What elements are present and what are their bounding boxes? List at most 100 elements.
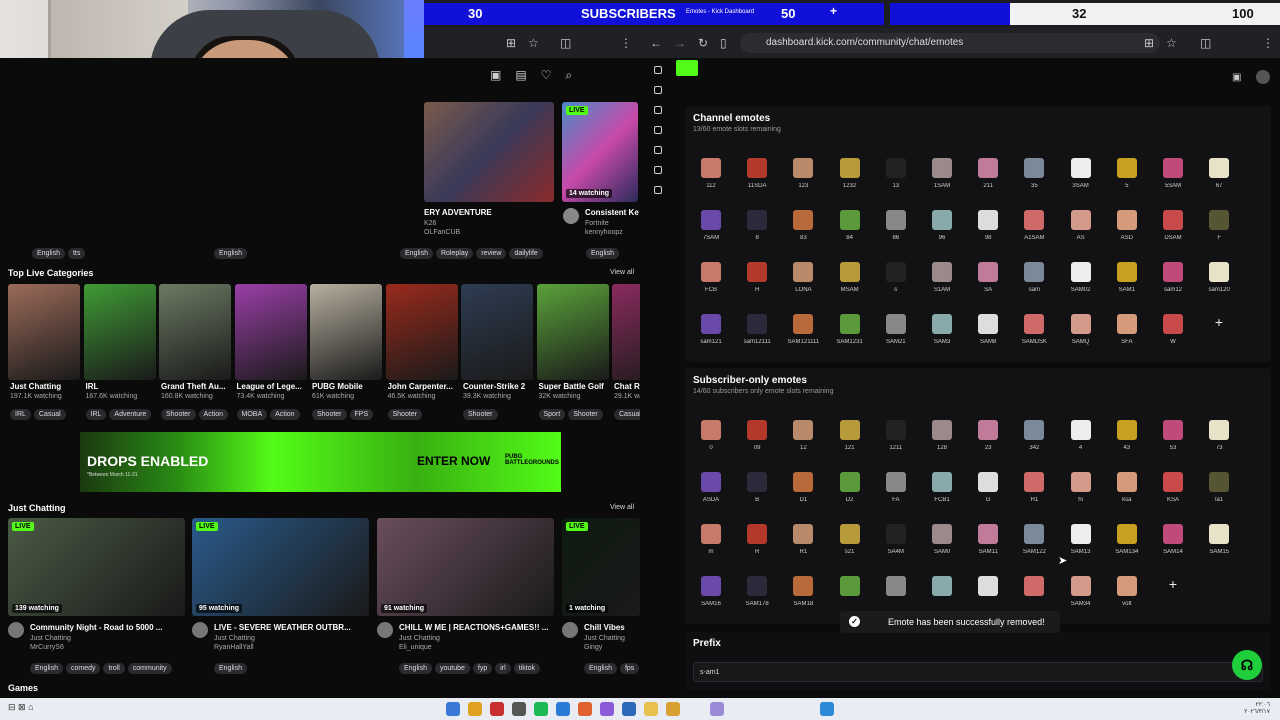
category-card[interactable]	[83, 284, 156, 380]
folder-icon[interactable]	[666, 702, 680, 716]
emote-image[interactable]	[978, 576, 999, 596]
sidebar-icon[interactable]: ▯	[720, 36, 727, 50]
emote-image[interactable]	[932, 576, 952, 596]
emote-image[interactable]	[1163, 314, 1183, 334]
tag[interactable]: English	[584, 663, 617, 674]
tab-title[interactable]: Emotes - Kick Dashboard	[686, 9, 754, 15]
menu-icon[interactable]: ⋮	[620, 36, 632, 50]
stream-title[interactable]: Chill Vibes	[584, 623, 640, 632]
header-icons[interactable]: ▣▤♡⌕	[490, 68, 586, 83]
help-chat-button[interactable]: ☊	[1232, 650, 1262, 680]
app-icon[interactable]	[820, 702, 834, 716]
stream-title[interactable]: LIVE - SEVERE WEATHER OUTBR...	[214, 623, 369, 632]
app-icon[interactable]	[600, 702, 614, 716]
emote-image[interactable]	[793, 524, 814, 544]
emote-image[interactable]	[701, 576, 721, 596]
category-name[interactable]: PUBG Mobile	[312, 382, 386, 391]
stream-title[interactable]: CHILL W ME | REACTIONS+GAMES!! ...	[399, 623, 554, 632]
emote-image[interactable]	[701, 472, 721, 492]
emote-image[interactable]	[932, 210, 952, 230]
app-icon[interactable]	[556, 702, 570, 716]
chrome-icon[interactable]	[468, 702, 482, 716]
tag[interactable]: English	[399, 663, 432, 674]
emote-image[interactable]	[885, 262, 906, 282]
tag[interactable]: Shooter	[387, 409, 423, 420]
stream-thumbnail[interactable]	[377, 518, 554, 616]
emote-image[interactable]	[1070, 158, 1091, 178]
banner-cta[interactable]: ENTER NOW	[417, 454, 490, 468]
tag[interactable]: fyp	[472, 663, 493, 674]
emote-image[interactable]	[978, 472, 999, 492]
emote-image[interactable]	[885, 524, 906, 544]
tag[interactable]: FPS	[349, 409, 374, 420]
add-subscriber-emote-button[interactable]: +	[1163, 576, 1183, 592]
stream-category[interactable]: Just Chatting	[399, 635, 440, 642]
category-card[interactable]	[310, 284, 382, 380]
emote-image[interactable]	[793, 262, 814, 282]
tag[interactable]: comedy	[65, 663, 101, 674]
tag[interactable]: English	[214, 248, 247, 259]
stream-category[interactable]: Just Chatting	[584, 635, 625, 642]
tag[interactable]: English	[30, 663, 63, 674]
emote-image[interactable]	[1070, 472, 1091, 492]
emote-image[interactable]	[1070, 576, 1091, 596]
tools-icon[interactable]	[654, 146, 662, 154]
featured-thumb-1[interactable]	[424, 102, 554, 202]
emote-image[interactable]	[839, 472, 860, 492]
emote-image[interactable]	[1024, 262, 1045, 282]
category-name[interactable]: Grand Theft Au...	[161, 382, 235, 391]
bookmark-star-icon[interactable]: ☆	[1166, 36, 1177, 50]
add-channel-emote-button[interactable]: +	[1209, 314, 1229, 330]
emote-image[interactable]	[1163, 158, 1183, 178]
tag[interactable]: youtube	[434, 663, 470, 674]
extensions-icon[interactable]: ◫	[1200, 36, 1211, 50]
folder-icon[interactable]	[644, 702, 658, 716]
link-icon[interactable]	[654, 66, 662, 74]
emote-image[interactable]	[839, 262, 860, 282]
tag[interactable]: fps	[619, 663, 640, 674]
stream-thumbnail[interactable]	[562, 518, 640, 616]
tag[interactable]: IRL	[85, 409, 107, 420]
featured-thumb-2[interactable]	[562, 102, 638, 202]
emote-image[interactable]	[747, 158, 768, 178]
emote-image[interactable]	[747, 576, 768, 596]
emote-image[interactable]	[1116, 420, 1137, 440]
emote-image[interactable]	[885, 576, 906, 596]
app-icon[interactable]	[512, 702, 526, 716]
emote-image[interactable]	[839, 420, 860, 440]
emote-image[interactable]	[747, 524, 768, 544]
emote-image[interactable]	[1209, 524, 1230, 544]
category-card[interactable]	[159, 284, 231, 380]
emote-image[interactable]	[701, 314, 721, 334]
emote-image[interactable]	[793, 210, 814, 230]
emote-image[interactable]	[978, 210, 999, 230]
emote-image[interactable]	[839, 210, 860, 230]
emote-image[interactable]	[1070, 420, 1091, 440]
emote-image[interactable]	[1163, 210, 1183, 230]
emote-image[interactable]	[793, 158, 814, 178]
emote-image[interactable]	[747, 314, 768, 334]
emote-image[interactable]	[839, 524, 860, 544]
emote-image[interactable]	[978, 314, 999, 334]
tag[interactable]: English	[400, 248, 433, 259]
stream-user[interactable]: Eli_unique	[399, 644, 432, 651]
emote-image[interactable]	[701, 210, 721, 230]
emote-image[interactable]	[1116, 262, 1137, 282]
notifications-icon[interactable]: ▣	[1232, 72, 1241, 83]
featured-title-2[interactable]: Consistent Ke	[585, 208, 640, 217]
emote-image[interactable]	[932, 158, 952, 178]
emote-image[interactable]	[1116, 210, 1137, 230]
emote-image[interactable]	[1209, 420, 1230, 440]
emote-image[interactable]	[1024, 576, 1045, 596]
emote-image[interactable]	[885, 472, 906, 492]
emote-image[interactable]	[1163, 472, 1183, 492]
tag[interactable]: review	[476, 248, 507, 259]
emote-image[interactable]	[932, 524, 952, 544]
system-tray-left[interactable]: ⊟ ⊠ ⌂	[8, 702, 34, 713]
emote-image[interactable]	[839, 576, 860, 596]
tag[interactable]: Sport	[538, 409, 566, 420]
emote-image[interactable]	[839, 314, 860, 334]
emote-image[interactable]	[932, 262, 952, 282]
emote-image[interactable]	[793, 576, 814, 596]
kick-logo[interactable]	[676, 60, 698, 76]
